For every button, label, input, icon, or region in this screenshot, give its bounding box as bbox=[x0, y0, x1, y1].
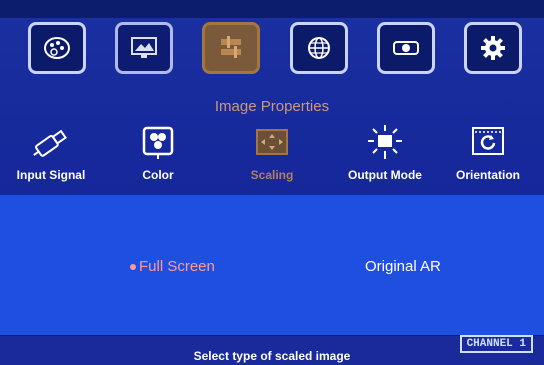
color-tab-icon-box[interactable] bbox=[126, 121, 190, 165]
tab-input-signal[interactable]: Input Signal bbox=[3, 168, 99, 182]
osd-menu: Image Properties Input Signal Color Scal… bbox=[0, 0, 544, 365]
palette-icon bbox=[44, 37, 70, 59]
tab-orientation[interactable]: Orientation bbox=[440, 168, 536, 182]
globe-category-button[interactable] bbox=[290, 22, 348, 74]
options-panel bbox=[0, 195, 544, 335]
palette-category-button[interactable] bbox=[28, 22, 86, 74]
selected-bullet-icon bbox=[130, 264, 136, 271]
monitor-category-button[interactable] bbox=[115, 22, 173, 74]
option-full-screen[interactable]: Full Screen bbox=[130, 258, 215, 275]
scaling-tab-icon-box[interactable] bbox=[240, 121, 304, 165]
tab-scaling[interactable]: Scaling bbox=[224, 168, 320, 182]
output-sun-monitor-icon bbox=[368, 125, 402, 159]
tab-color[interactable]: Color bbox=[110, 168, 206, 182]
option-original-ar[interactable]: Original AR bbox=[365, 258, 441, 275]
output-mode-tab-icon-box[interactable] bbox=[353, 121, 417, 165]
option-full-screen-label: Full Screen bbox=[139, 258, 215, 275]
usb-cable-icon bbox=[33, 129, 67, 157]
monitor-image-icon bbox=[131, 37, 157, 58]
image-properties-icon bbox=[221, 36, 241, 58]
projector-category-button[interactable] bbox=[377, 22, 435, 74]
orientation-tab-icon-box[interactable] bbox=[456, 121, 520, 165]
scaling-arrows-icon bbox=[256, 129, 288, 155]
tab-output-mode[interactable]: Output Mode bbox=[337, 168, 433, 182]
settings-gear-icon bbox=[481, 36, 505, 60]
settings-category-button[interactable] bbox=[464, 22, 522, 74]
menu-title: Image Properties bbox=[214, 98, 330, 115]
projector-icon bbox=[393, 41, 419, 55]
image-properties-category-button[interactable] bbox=[202, 22, 260, 74]
globe-icon bbox=[308, 37, 330, 59]
color-circles-icon bbox=[142, 126, 174, 159]
input-signal-tab-icon-box[interactable] bbox=[19, 121, 83, 165]
rotate-icon bbox=[472, 127, 504, 155]
channel-badge: CHANNEL 1 bbox=[459, 335, 533, 353]
